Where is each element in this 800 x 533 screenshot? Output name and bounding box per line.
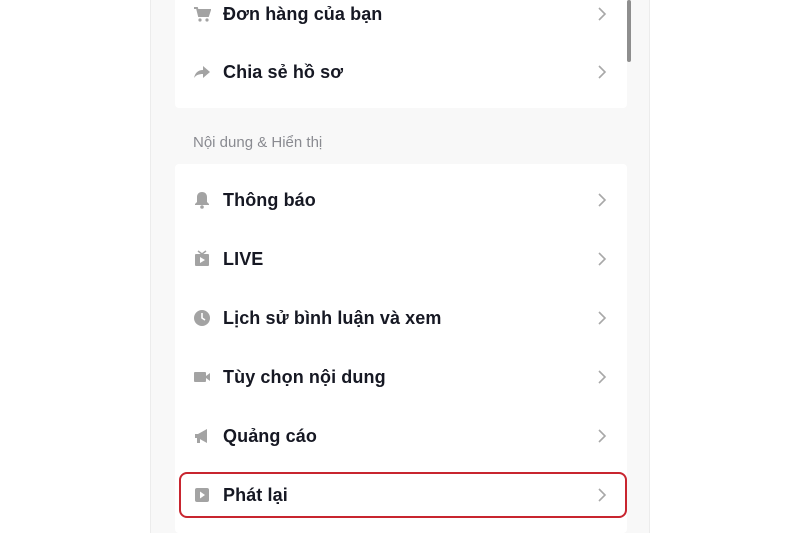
menu-item-label: Quảng cáo [223, 425, 317, 446]
chevron-right-icon [598, 429, 607, 443]
clock-icon [193, 309, 211, 327]
account-card: Đơn hàng của bạn Chia sẻ hồ sơ [175, 0, 627, 108]
menu-item-label: Lịch sử bình luận và xem [223, 307, 442, 328]
menu-item-content-preferences[interactable]: Tùy chọn nội dung [175, 348, 627, 406]
cart-icon [193, 5, 211, 23]
settings-panel: Đơn hàng của bạn Chia sẻ hồ sơ Nội dung … [150, 0, 650, 533]
megaphone-icon [193, 427, 211, 445]
chevron-right-icon [598, 193, 607, 207]
menu-item-label: Thông báo [223, 189, 316, 210]
highlight-box [179, 472, 627, 518]
bell-icon [193, 191, 211, 209]
share-arrow-icon [193, 63, 211, 81]
live-tv-icon [193, 250, 211, 268]
menu-item-label: LIVE [223, 248, 264, 269]
menu-item-notifications[interactable]: Thông báo [175, 171, 627, 229]
section-title: Nội dung & Hiển thị [193, 134, 323, 151]
chevron-right-icon [598, 252, 607, 266]
chevron-right-icon [598, 65, 607, 79]
menu-item-comment-watch-history[interactable]: Lịch sử bình luận và xem [175, 289, 627, 347]
menu-item-ads[interactable]: Quảng cáo [175, 407, 627, 465]
video-camera-icon [193, 368, 211, 386]
chevron-right-icon [598, 311, 607, 325]
chevron-right-icon [598, 370, 607, 384]
chevron-right-icon [598, 7, 607, 21]
scrollbar[interactable] [627, 0, 631, 62]
menu-item-share-profile[interactable]: Chia sẻ hồ sơ [175, 43, 627, 101]
menu-item-label: Đơn hàng của bạn [223, 3, 383, 24]
menu-item-live[interactable]: LIVE [175, 230, 627, 288]
menu-item-label: Tùy chọn nội dung [223, 366, 386, 387]
menu-item-label: Chia sẻ hồ sơ [223, 61, 344, 82]
menu-item-orders[interactable]: Đơn hàng của bạn [175, 0, 627, 43]
